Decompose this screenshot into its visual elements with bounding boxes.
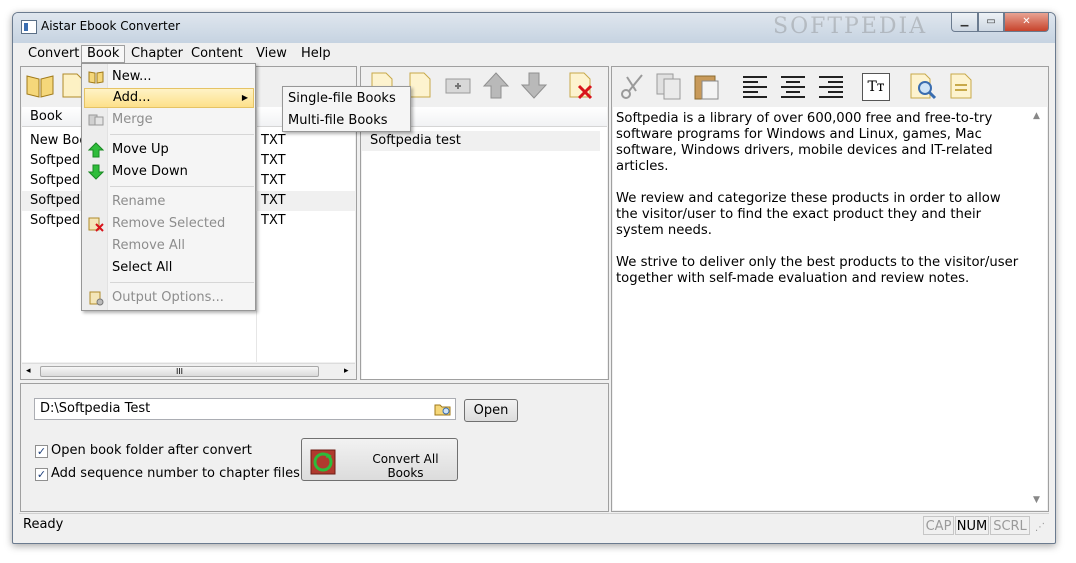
copy-icon[interactable]	[654, 71, 684, 101]
add-submenu: Single-file Books Multi-file Books	[282, 86, 411, 132]
menu-item-label: Remove Selected	[112, 216, 226, 231]
convert-all-button[interactable]: Convert All Books	[301, 438, 458, 481]
maximize-button[interactable]: ▭	[978, 13, 1004, 32]
scroll-left-icon[interactable]: ◂	[26, 366, 31, 376]
submenu-arrow-icon: ▶	[241, 93, 248, 102]
menu-chapter[interactable]: Chapter	[126, 45, 188, 63]
menu-item-remove-all[interactable]: Remove All	[84, 236, 254, 256]
menu-item-label: Rename	[112, 194, 166, 209]
title-bar[interactable]: Aistar Ebook Converter SOFTPEDIA ▁ ▭ ✕	[13, 13, 1055, 43]
menu-item-output-options[interactable]: Output Options...	[84, 288, 254, 308]
book-row-type: TXT	[261, 153, 286, 168]
menu-bar: Convert Book Chapter Content View Help	[19, 43, 1049, 65]
book-row-type: TXT	[261, 193, 286, 208]
scroll-up-icon[interactable]: ▲	[1033, 111, 1040, 121]
open-folder-label: Open book folder after convert	[51, 443, 252, 458]
submenu-item-single-file[interactable]: Single-file Books	[285, 89, 409, 109]
menu-separator	[110, 186, 254, 187]
scroll-right-icon[interactable]: ▸	[344, 366, 349, 376]
find-icon[interactable]	[908, 71, 938, 101]
open-folder-checkbox[interactable]: ✓	[35, 445, 48, 458]
menu-item-label: Merge	[112, 112, 153, 127]
merge-icon	[88, 114, 104, 126]
output-panel: D:\Softpedia Test Open ✓ Open book folde…	[20, 383, 609, 512]
menu-item-move-up[interactable]: Move Up	[84, 140, 254, 160]
book-row-name[interactable]: New Boo	[30, 131, 87, 151]
menu-item-label: Select All	[112, 260, 173, 275]
arrow-down-icon	[88, 164, 104, 180]
status-text: Ready	[23, 517, 64, 532]
column-divider	[256, 107, 257, 362]
scroll-thumb[interactable]: III	[40, 366, 319, 377]
cut-icon[interactable]	[618, 71, 648, 101]
menu-item-move-down[interactable]: Move Down	[84, 162, 254, 182]
book-menu-dropdown: New... Add... ▶ Merge Move Up Move Down …	[81, 63, 256, 311]
menu-item-label: Add...	[113, 90, 151, 105]
remove-selected-icon	[88, 217, 104, 232]
close-button[interactable]: ✕	[1004, 13, 1049, 32]
menu-item-label: Output Options...	[112, 290, 224, 305]
paste-icon[interactable]	[692, 71, 722, 101]
menu-convert[interactable]: Convert	[23, 45, 84, 63]
menu-separator	[110, 282, 254, 283]
delete-chapter-icon[interactable]	[565, 70, 595, 100]
browse-folder-icon[interactable]	[434, 401, 452, 417]
move-chapter-down-icon[interactable]	[519, 70, 549, 100]
num-indicator: NUM	[955, 516, 989, 535]
menu-item-rename[interactable]: Rename	[84, 192, 254, 212]
menu-item-label: Move Down	[112, 164, 188, 179]
menu-item-merge[interactable]: Merge	[84, 110, 254, 130]
scrl-indicator: SCRL	[990, 516, 1030, 535]
menu-item-label: New...	[112, 69, 152, 84]
convert-all-label: Convert All Books	[372, 452, 439, 480]
scroll-down-icon[interactable]: ▼	[1033, 495, 1040, 505]
sequence-number-checkbox[interactable]: ✓	[35, 468, 48, 481]
font-icon[interactable]: Tт	[862, 73, 890, 101]
book-row-type: TXT	[261, 213, 286, 228]
menu-view[interactable]: View	[251, 45, 292, 63]
output-folder-input[interactable]: D:\Softpedia Test	[34, 398, 456, 420]
window-title: Aistar Ebook Converter	[41, 19, 181, 33]
status-bar: Ready CAP NUM SCRL ⋰	[19, 513, 1049, 537]
align-right-icon[interactable]	[816, 71, 846, 101]
align-center-icon[interactable]	[778, 71, 808, 101]
book-row-type: TXT	[261, 133, 286, 148]
resize-grip-icon[interactable]: ⋰	[1035, 522, 1045, 533]
replace-icon[interactable]	[946, 71, 976, 101]
merge-chapter-icon[interactable]	[443, 70, 473, 100]
preview-panel: Tт Softpedia is a library of over 600,00…	[611, 66, 1049, 512]
menu-item-remove-selected[interactable]: Remove Selected	[84, 214, 254, 234]
arrow-up-icon	[88, 142, 104, 158]
move-chapter-up-icon[interactable]	[481, 70, 511, 100]
output-folder-value: D:\Softpedia Test	[40, 401, 151, 416]
menu-content[interactable]: Content	[186, 45, 248, 63]
output-options-icon	[89, 291, 104, 306]
preview-text: Softpedia is a library of over 600,000 f…	[616, 111, 1019, 286]
open-book-icon[interactable]	[25, 70, 55, 100]
menu-item-label: Remove All	[112, 238, 186, 253]
horizontal-scrollbar[interactable]: ◂ III ▸	[22, 363, 355, 379]
convert-icon	[310, 449, 336, 475]
preview-text-area[interactable]: Softpedia is a library of over 600,000 f…	[613, 107, 1047, 510]
watermark-logo: SOFTPEDIA	[773, 14, 928, 39]
menu-item-label: Move Up	[112, 142, 169, 157]
book-row-type: TXT	[261, 173, 286, 188]
align-left-icon[interactable]	[740, 71, 770, 101]
submenu-item-multi-file[interactable]: Multi-file Books	[285, 111, 409, 131]
menu-help[interactable]: Help	[296, 45, 336, 63]
menu-separator	[110, 134, 254, 135]
menu-item-add[interactable]: Add... ▶	[84, 88, 254, 108]
open-book-icon	[88, 71, 104, 84]
chapter-row[interactable]: Softpedia test	[370, 131, 461, 151]
cap-indicator: CAP	[923, 516, 954, 535]
sequence-number-label: Add sequence number to chapter files	[51, 466, 300, 481]
chapter-list[interactable]: Softpedia test	[362, 107, 607, 379]
open-button[interactable]: Open	[464, 399, 518, 422]
app-icon	[21, 20, 37, 34]
menu-item-new[interactable]: New...	[84, 67, 254, 87]
menu-book[interactable]: Book	[81, 45, 126, 63]
menu-item-select-all[interactable]: Select All	[84, 258, 254, 278]
minimize-button[interactable]: ▁	[951, 13, 978, 32]
